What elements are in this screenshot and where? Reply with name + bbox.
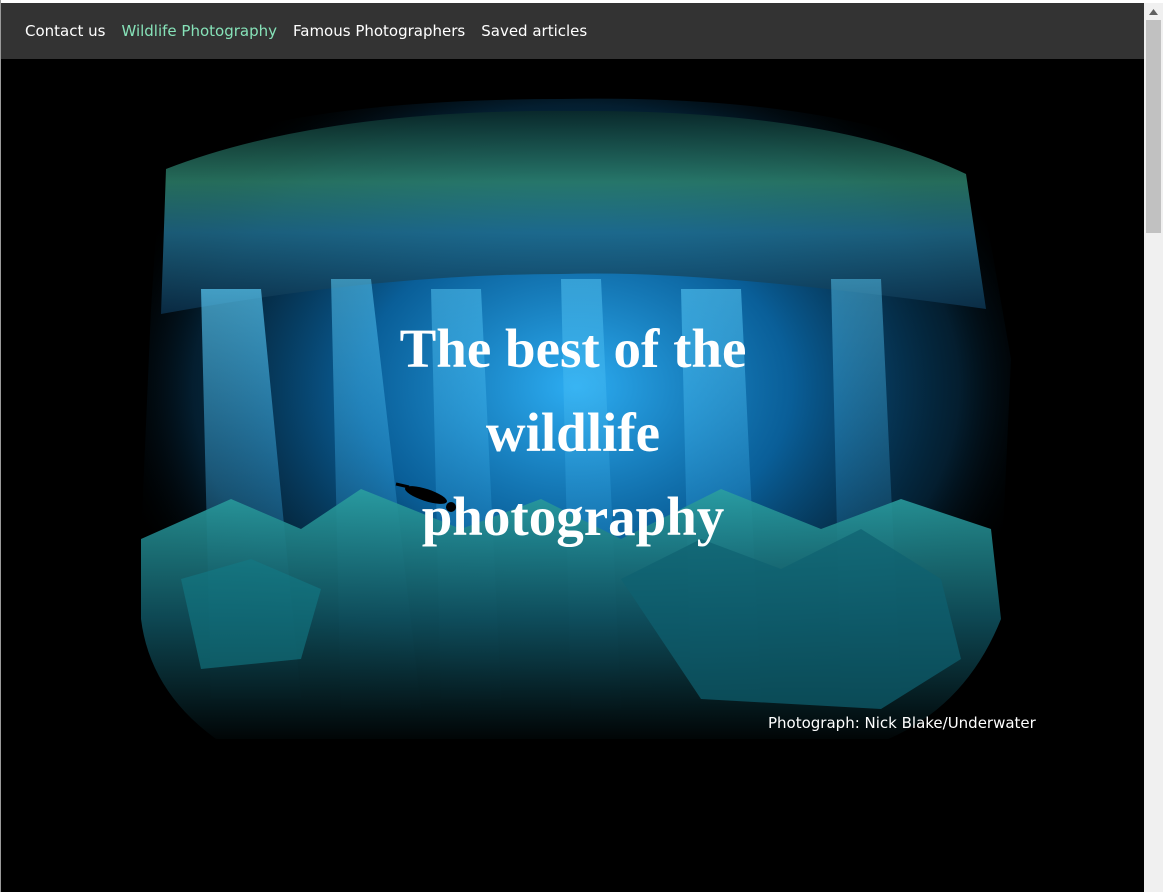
nav-contact-us[interactable]: Contact us <box>25 22 105 40</box>
nav-wildlife-photography[interactable]: Wildlife Photography <box>121 22 277 40</box>
window-left-border <box>0 0 1 892</box>
chevron-up-icon[interactable] <box>1144 3 1163 20</box>
nav-saved-articles[interactable]: Saved articles <box>481 22 587 40</box>
hero-section: The best of the wildlife photography Photo… <box>1 59 1144 892</box>
top-navbar: Contact us Wildlife Photography Famous P… <box>1 3 1144 59</box>
nav-famous-photographers[interactable]: Famous Photographers <box>293 22 465 40</box>
scrollbar-thumb[interactable] <box>1146 20 1161 233</box>
vertical-scrollbar[interactable] <box>1144 3 1163 892</box>
hero-title: The best of the wildlife photography <box>399 318 747 547</box>
photo-caption: Photograph: Nick Blake/Underwater <box>768 714 1036 732</box>
